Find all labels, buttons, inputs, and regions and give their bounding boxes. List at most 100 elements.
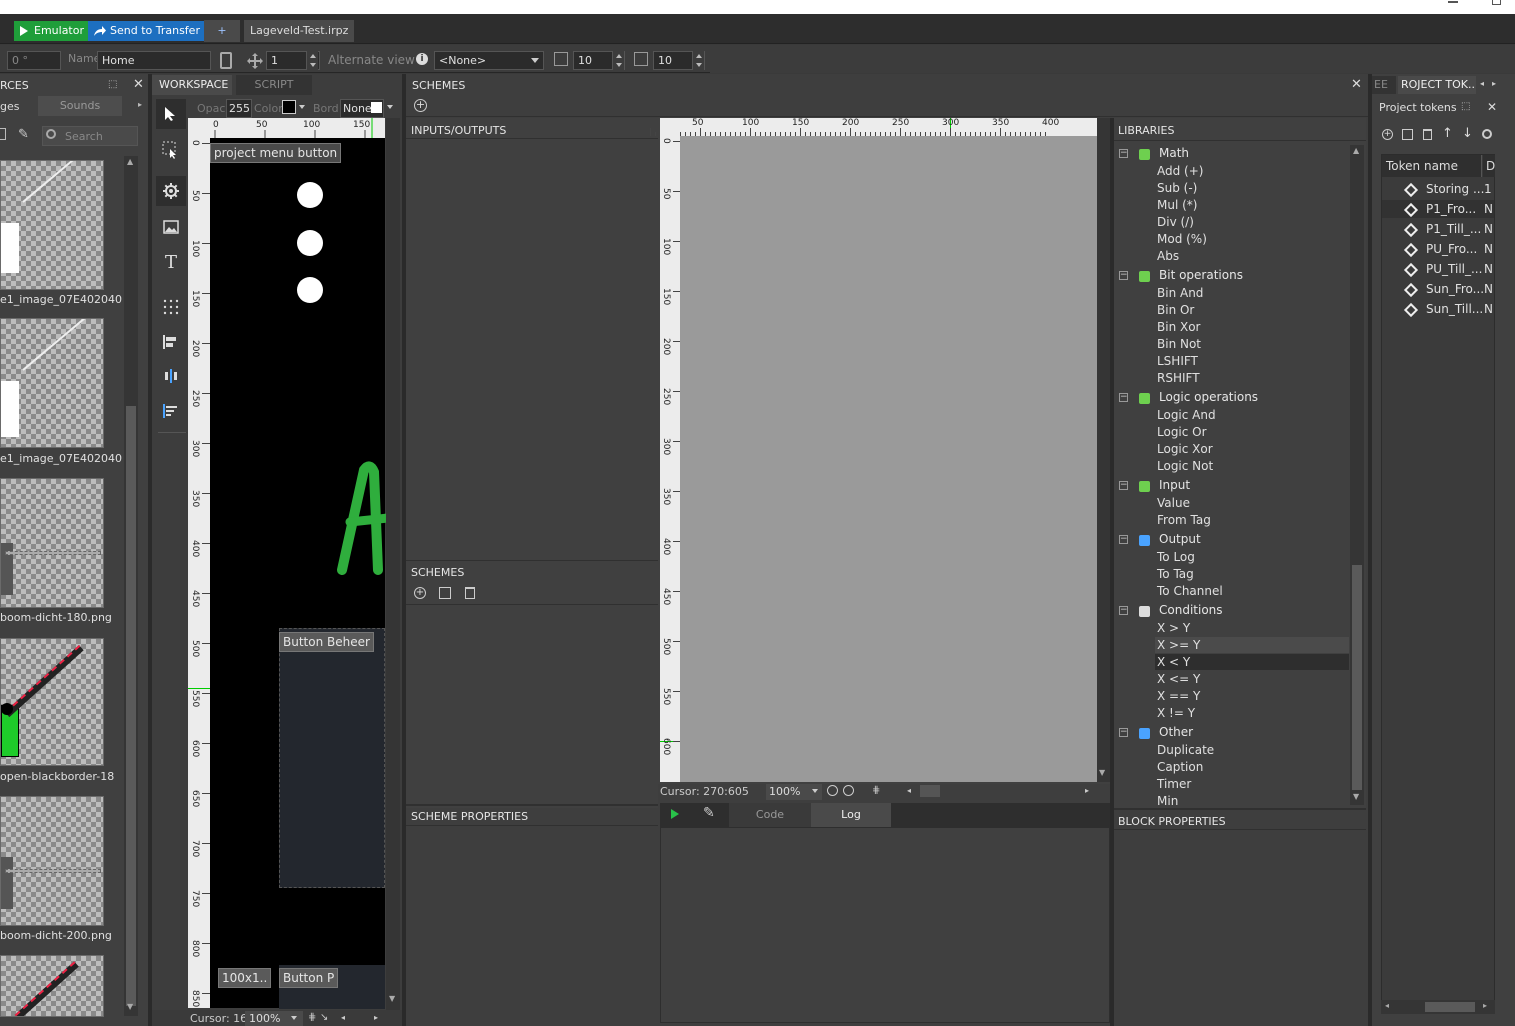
token-name[interactable]: Storing ...	[1426, 182, 1484, 196]
library-item[interactable]: Duplicate	[1157, 743, 1214, 757]
run-icon[interactable]	[671, 809, 679, 819]
collapse-toggle[interactable]: −	[1119, 271, 1128, 280]
grid-x-spinner[interactable]	[612, 51, 624, 70]
library-item[interactable]: From Tag	[1157, 513, 1211, 527]
library-item[interactable]: Bin Xor	[1157, 320, 1200, 334]
scroll-up-icon[interactable]: ▲	[127, 157, 133, 166]
add-scheme-icon[interactable]: +	[414, 99, 427, 112]
library-item[interactable]: RSHIFT	[1157, 371, 1200, 385]
library-group[interactable]: Math	[1159, 146, 1189, 160]
library-group[interactable]: Other	[1159, 725, 1193, 739]
collapse-toggle[interactable]: −	[1119, 149, 1128, 158]
widget-label-beheer[interactable]: Button Beheer	[279, 632, 374, 652]
rotation-input[interactable]: 0 °	[7, 51, 61, 70]
token-name[interactable]: P1_Fro...	[1426, 202, 1476, 216]
library-item[interactable]: Abs	[1157, 249, 1179, 263]
library-item[interactable]: Bin Not	[1157, 337, 1201, 351]
tab-project-tokens[interactable]: ROJECT TOK..	[1398, 76, 1476, 94]
library-item[interactable]: Logic Or	[1157, 425, 1207, 439]
move-icon[interactable]	[246, 52, 264, 70]
library-item[interactable]: To Channel	[1157, 584, 1223, 598]
collapse-toggle[interactable]: −	[1119, 535, 1128, 544]
token-name[interactable]: PU_Fro...	[1426, 242, 1477, 256]
library-item[interactable]: Bin Or	[1157, 303, 1194, 317]
opacity-input[interactable]: 255	[226, 99, 252, 118]
snap-icon[interactable]: ↘	[320, 1012, 328, 1023]
file-tab[interactable]: Lageveld-Test.irpz	[244, 20, 355, 42]
scheme-scrollbar[interactable]: ▼	[1097, 118, 1110, 782]
tab-workspace[interactable]: WORKSPACE	[152, 75, 232, 95]
float-icon[interactable]: ⬚	[1461, 101, 1470, 112]
tab-code[interactable]: Code	[729, 803, 811, 827]
collapse-toggle[interactable]: −	[1119, 728, 1128, 737]
library-item[interactable]: Add (+)	[1157, 164, 1203, 178]
search-icon[interactable]	[1482, 129, 1492, 139]
grid-dots-icon[interactable]	[156, 292, 186, 322]
tab-sounds[interactable]: Sounds	[38, 96, 122, 116]
column-header-token-name[interactable]: Token name	[1382, 155, 1482, 177]
library-item[interactable]: Logic And	[1157, 408, 1216, 422]
name-input[interactable]: Home	[97, 51, 211, 70]
close-icon[interactable]: ✕	[133, 77, 144, 92]
new-tab-button[interactable]: +	[204, 20, 240, 42]
token-name[interactable]: PU_Till_...	[1426, 262, 1482, 276]
text-align-icon[interactable]	[156, 396, 186, 426]
step-spinner[interactable]	[306, 51, 318, 70]
h-scroll-thumb[interactable]	[920, 785, 940, 797]
add-icon[interactable]: +	[414, 587, 426, 599]
duplicate-icon[interactable]	[439, 587, 451, 599]
library-item[interactable]: X < Y	[1157, 655, 1190, 669]
library-item[interactable]: Min	[1157, 794, 1178, 808]
library-group[interactable]: Logic operations	[1159, 390, 1258, 404]
library-group[interactable]: Output	[1159, 532, 1201, 546]
resource-thumb[interactable]	[0, 955, 104, 1017]
emulator-button[interactable]: Emulator	[14, 21, 90, 41]
tokens-h-scrollbar[interactable]: ◂ ▸	[1381, 1000, 1495, 1014]
minimize-icon[interactable]	[1448, 1, 1458, 3]
library-item[interactable]: Caption	[1157, 760, 1203, 774]
text-tool-icon[interactable]: T	[156, 247, 186, 277]
trash-icon[interactable]	[1423, 129, 1432, 140]
collapse-toggle[interactable]: −	[1119, 481, 1128, 490]
send-to-transfer-button[interactable]: Send to Transfer	[88, 21, 206, 41]
resource-thumb[interactable]	[0, 478, 104, 608]
align-left-icon[interactable]	[156, 327, 186, 357]
trash-icon[interactable]	[465, 587, 475, 599]
trash-icon[interactable]	[0, 128, 6, 140]
scroll-down-icon[interactable]: ▼	[127, 1002, 133, 1011]
duplicate-icon[interactable]	[1402, 129, 1413, 140]
tab-script[interactable]: SCRIPT	[236, 75, 312, 95]
resources-scrollbar[interactable]	[124, 156, 138, 1016]
scroll-left-icon[interactable]: ◂	[341, 1013, 345, 1022]
float-icon[interactable]: ⬚	[108, 79, 117, 90]
chevron-right-icon[interactable]: ▸	[138, 100, 142, 109]
arrow-down-icon[interactable]: ↓	[1462, 126, 1473, 141]
tab-images[interactable]: ges	[0, 100, 19, 113]
library-group[interactable]: Conditions	[1159, 603, 1223, 617]
scheme-canvas[interactable]	[680, 136, 1097, 782]
resource-thumb[interactable]	[0, 638, 104, 766]
scroll-right-icon[interactable]: ▸	[1085, 786, 1089, 795]
library-item[interactable]: X == Y	[1157, 689, 1200, 703]
alt-view-select[interactable]: <None>	[434, 51, 544, 70]
token-name[interactable]: Sun_Fro...	[1426, 282, 1484, 296]
library-item[interactable]: To Log	[1157, 550, 1195, 564]
library-item[interactable]: Sub (-)	[1157, 181, 1197, 195]
libraries-scrollbar[interactable]: ▲ ▼	[1350, 145, 1364, 805]
info-icon[interactable]: i	[416, 53, 428, 65]
collapse-toggle[interactable]: −	[1119, 606, 1128, 615]
chevron-down-icon[interactable]	[291, 1016, 297, 1020]
button-beheer-widget[interactable]	[279, 628, 385, 888]
library-item[interactable]: Bin And	[1157, 286, 1203, 300]
search-input[interactable]: Search	[42, 126, 138, 146]
library-group[interactable]: Input	[1159, 478, 1190, 492]
close-icon[interactable]: ✕	[1487, 100, 1497, 114]
chevron-down-icon[interactable]	[299, 105, 305, 109]
token-name[interactable]: Sun_Till...	[1426, 302, 1483, 316]
widget-label-button-p[interactable]: Button P	[279, 968, 339, 988]
distribute-icon[interactable]	[156, 361, 186, 391]
restore-icon[interactable]	[1492, 0, 1501, 5]
library-item[interactable]: Timer	[1157, 777, 1191, 791]
resource-thumb[interactable]	[0, 318, 104, 448]
library-item[interactable]: Div (/)	[1157, 215, 1194, 229]
